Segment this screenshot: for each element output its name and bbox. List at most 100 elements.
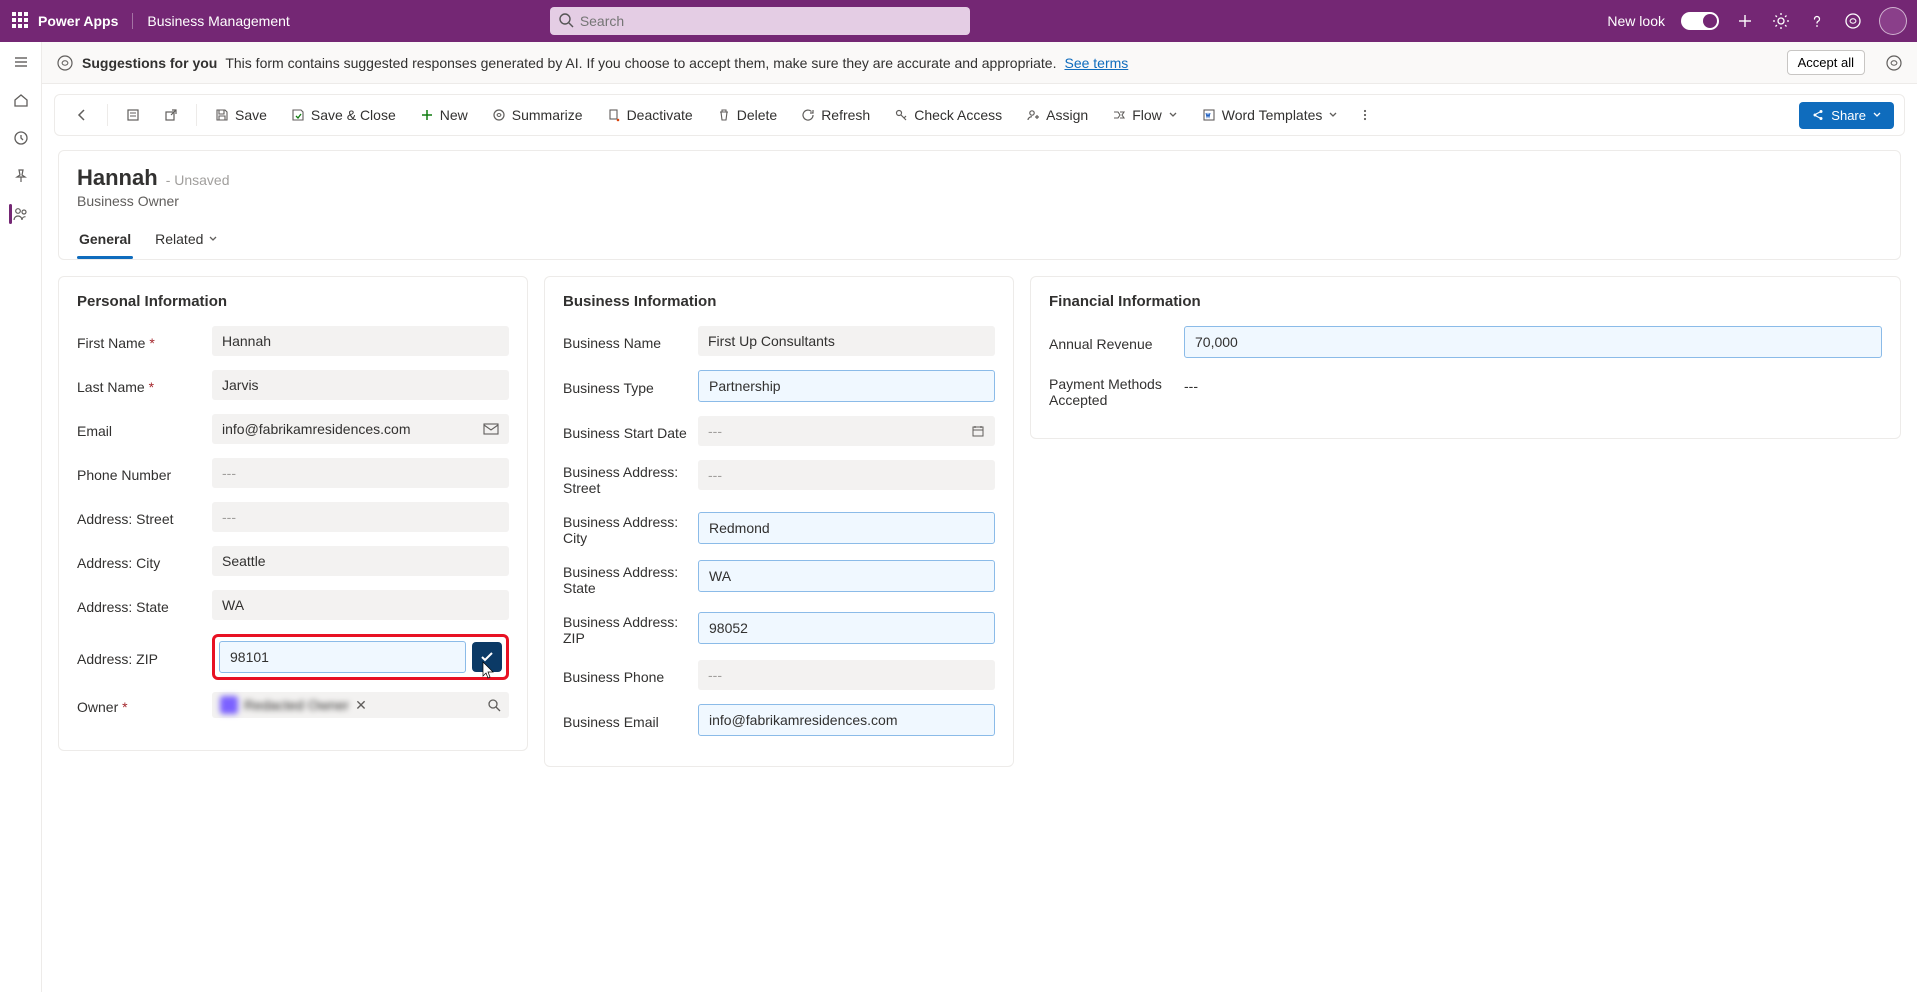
bstart-field[interactable]: --- bbox=[698, 416, 995, 446]
bemail-field[interactable]: info@fabrikamresidences.com bbox=[698, 704, 995, 736]
help-icon[interactable] bbox=[1807, 11, 1827, 31]
tab-general[interactable]: General bbox=[77, 223, 133, 259]
global-header: Power Apps Business Management New look bbox=[0, 0, 1917, 42]
assign-button[interactable]: Assign bbox=[1016, 101, 1098, 129]
more-commands-button[interactable] bbox=[1352, 102, 1378, 128]
bstreet-field[interactable]: --- bbox=[698, 460, 995, 490]
lookup-search-icon[interactable] bbox=[487, 698, 501, 712]
state-label: Address: State bbox=[77, 595, 212, 615]
save-button[interactable]: Save bbox=[205, 101, 277, 129]
check-access-button[interactable]: Check Access bbox=[884, 101, 1012, 129]
see-terms-link[interactable]: See terms bbox=[1064, 55, 1128, 71]
owner-clear-icon[interactable]: ✕ bbox=[355, 697, 367, 714]
tab-related[interactable]: Related bbox=[153, 223, 220, 259]
form-selector-button[interactable] bbox=[116, 102, 150, 128]
new-look-toggle[interactable] bbox=[1681, 12, 1719, 30]
chevron-down-icon bbox=[1168, 110, 1178, 120]
nav-people-icon[interactable] bbox=[9, 202, 33, 226]
btype-label: Business Type bbox=[563, 376, 698, 396]
deactivate-button[interactable]: Deactivate bbox=[597, 101, 703, 129]
suggestion-title: Suggestions for you bbox=[82, 55, 217, 71]
revenue-field[interactable]: 70,000 bbox=[1184, 326, 1882, 358]
zip-accept-button[interactable] bbox=[472, 642, 502, 672]
calendar-icon bbox=[971, 424, 985, 438]
word-templates-button[interactable]: Word Templates bbox=[1192, 101, 1349, 129]
bstart-value: --- bbox=[708, 423, 722, 439]
section-business: Business Information Business NameFirst … bbox=[544, 276, 1014, 767]
bstart-label: Business Start Date bbox=[563, 421, 698, 441]
main-area: Suggestions for you This form contains s… bbox=[42, 42, 1917, 992]
save-close-label: Save & Close bbox=[311, 107, 396, 123]
record-subtitle: Business Owner bbox=[77, 193, 1882, 209]
bphone-label: Business Phone bbox=[563, 665, 698, 685]
zip-field[interactable]: 98101 bbox=[219, 641, 466, 673]
bzip-field[interactable]: 98052 bbox=[698, 612, 995, 644]
payments-value: --- bbox=[1184, 378, 1198, 394]
save-icon bbox=[215, 108, 229, 122]
refresh-label: Refresh bbox=[821, 107, 870, 123]
nav-home-icon[interactable] bbox=[9, 88, 33, 112]
bcity-label: Business Address: City bbox=[563, 510, 698, 546]
flow-button[interactable]: Flow bbox=[1102, 101, 1188, 129]
accept-all-button[interactable]: Accept all bbox=[1787, 50, 1865, 75]
last-name-label: Last Name bbox=[77, 379, 145, 395]
state-field[interactable]: WA bbox=[212, 590, 509, 620]
tab-general-label: General bbox=[79, 231, 131, 247]
suggestion-text: This form contains suggested responses g… bbox=[225, 55, 1056, 71]
zip-label: Address: ZIP bbox=[77, 647, 212, 667]
chevron-down-icon bbox=[1328, 110, 1338, 120]
nav-pinned-icon[interactable] bbox=[9, 164, 33, 188]
add-icon[interactable] bbox=[1735, 11, 1755, 31]
section-financial-title: Financial Information bbox=[1049, 293, 1882, 310]
street-field[interactable]: --- bbox=[212, 502, 509, 532]
summarize-icon bbox=[492, 108, 506, 122]
unsaved-indicator: - Unsaved bbox=[166, 172, 230, 188]
new-button[interactable]: New bbox=[410, 101, 478, 129]
app-name-label: Business Management bbox=[147, 13, 289, 29]
save-close-button[interactable]: Save & Close bbox=[281, 101, 406, 129]
summarize-button[interactable]: Summarize bbox=[482, 101, 593, 129]
owner-label: Owner bbox=[77, 699, 118, 715]
last-name-field[interactable]: Jarvis bbox=[212, 370, 509, 400]
section-personal-title: Personal Information bbox=[77, 293, 509, 310]
command-bar: Save Save & Close New Summarize Deactiva… bbox=[54, 94, 1905, 136]
bname-field[interactable]: First Up Consultants bbox=[698, 326, 995, 356]
refresh-button[interactable]: Refresh bbox=[791, 101, 880, 129]
bcity-field[interactable]: Redmond bbox=[698, 512, 995, 544]
bemail-label: Business Email bbox=[563, 710, 698, 730]
nav-hamburger-icon[interactable] bbox=[9, 50, 33, 74]
nav-recent-icon[interactable] bbox=[9, 126, 33, 150]
new-look-label: New look bbox=[1607, 13, 1665, 29]
summarize-label: Summarize bbox=[512, 107, 583, 123]
copilot-header-icon[interactable] bbox=[1843, 11, 1863, 31]
first-name-field[interactable]: Hannah bbox=[212, 326, 509, 356]
check-access-label: Check Access bbox=[914, 107, 1002, 123]
back-button[interactable] bbox=[65, 102, 99, 128]
delete-label: Delete bbox=[737, 107, 777, 123]
city-field[interactable]: Seattle bbox=[212, 546, 509, 576]
bstate-field[interactable]: WA bbox=[698, 560, 995, 592]
share-label: Share bbox=[1831, 108, 1866, 123]
delete-button[interactable]: Delete bbox=[707, 101, 787, 129]
app-launcher-icon[interactable] bbox=[12, 12, 30, 30]
settings-icon[interactable] bbox=[1771, 11, 1791, 31]
bphone-field[interactable]: --- bbox=[698, 660, 995, 690]
assign-icon bbox=[1026, 108, 1040, 122]
section-financial: Financial Information Annual Revenue70,0… bbox=[1030, 276, 1901, 439]
popout-icon bbox=[164, 108, 178, 122]
save-label: Save bbox=[235, 107, 267, 123]
open-new-window-button[interactable] bbox=[154, 102, 188, 128]
word-templates-label: Word Templates bbox=[1222, 107, 1323, 123]
global-search-input[interactable] bbox=[550, 7, 970, 35]
flow-icon bbox=[1112, 108, 1126, 122]
brand-label: Power Apps bbox=[38, 13, 133, 29]
refresh-icon bbox=[801, 108, 815, 122]
owner-lookup[interactable]: Redacted Owner ✕ bbox=[212, 692, 509, 718]
form-icon bbox=[126, 108, 140, 122]
btype-field[interactable]: Partnership bbox=[698, 370, 995, 402]
share-button[interactable]: Share bbox=[1799, 102, 1894, 129]
phone-field[interactable]: --- bbox=[212, 458, 509, 488]
copilot-pane-icon[interactable] bbox=[1885, 54, 1903, 72]
user-avatar[interactable] bbox=[1879, 7, 1907, 35]
email-field[interactable]: info@fabrikamresidences.com bbox=[212, 414, 509, 444]
